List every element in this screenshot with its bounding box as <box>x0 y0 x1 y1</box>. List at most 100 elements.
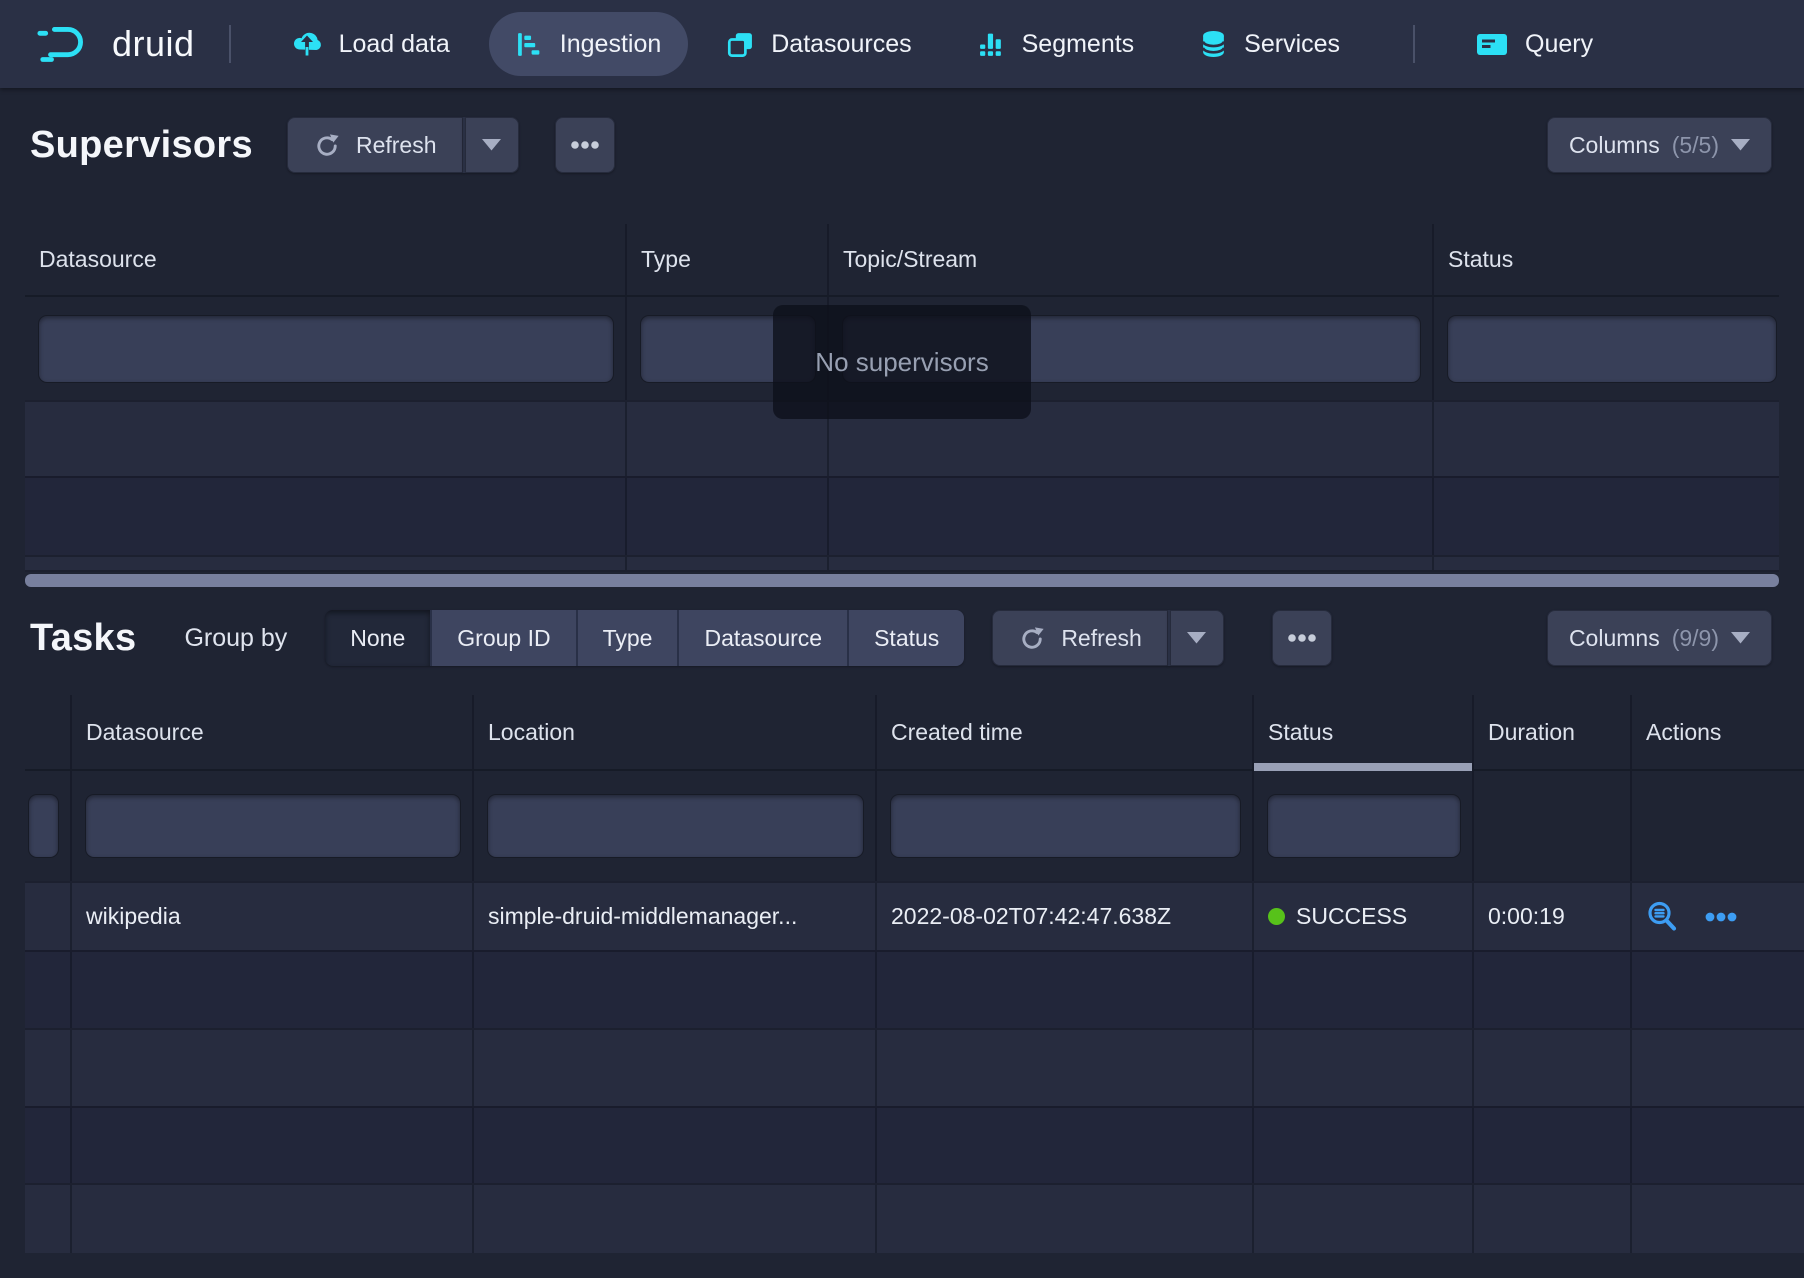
tasks-header-row: Datasource Location Created time Status … <box>25 695 1804 771</box>
table-row <box>25 1028 1804 1106</box>
table-row <box>25 1183 1804 1253</box>
more-icon <box>1287 633 1317 643</box>
database-icon <box>1200 30 1227 58</box>
filter-datasource-input[interactable] <box>86 795 460 857</box>
nav-divider <box>1413 25 1415 63</box>
more-icon <box>570 140 600 150</box>
nav-load-data[interactable]: Load data <box>265 12 477 76</box>
row-more-actions-icon[interactable] <box>1704 911 1738 923</box>
druid-logo[interactable]: druid <box>36 21 195 67</box>
bar-chart-icon <box>978 31 1005 58</box>
tasks-columns-button[interactable]: Columns (9/9) <box>1547 610 1772 666</box>
supervisors-more-button[interactable] <box>555 117 615 173</box>
supervisors-columns-button[interactable]: Columns (5/5) <box>1547 117 1772 173</box>
nav-services[interactable]: Services <box>1173 12 1367 76</box>
filter-blank-input[interactable] <box>29 795 58 857</box>
nav-label: Datasources <box>771 30 911 59</box>
column-header-created-time[interactable]: Created time <box>877 695 1254 769</box>
task-location: simple-druid-middlemanager... <box>474 883 877 950</box>
supervisors-section: Supervisors Refresh <box>0 116 1804 587</box>
table-row <box>25 950 1804 1028</box>
supervisors-toolbar: Supervisors Refresh <box>30 116 1772 174</box>
supervisors-refresh-split: Refresh <box>287 117 519 173</box>
logo-text: druid <box>112 23 195 65</box>
column-header-status[interactable]: Status <box>1434 224 1779 295</box>
column-header-actions[interactable]: Actions <box>1632 695 1804 769</box>
filter-location-input[interactable] <box>488 795 863 857</box>
refresh-label: Refresh <box>356 132 437 159</box>
nav-label: Query <box>1525 30 1593 59</box>
column-header-location[interactable]: Location <box>474 695 877 769</box>
column-header-duration[interactable]: Duration <box>1474 695 1632 769</box>
nav-datasources[interactable]: Datasources <box>700 12 938 76</box>
task-status: SUCCESS <box>1254 883 1474 950</box>
group-by-none-button[interactable]: None <box>325 610 432 666</box>
status-dot-success <box>1268 908 1285 925</box>
tasks-refresh-button[interactable]: Refresh <box>992 610 1168 666</box>
column-header-type[interactable]: Type <box>627 224 829 295</box>
nav-label: Services <box>1244 30 1340 59</box>
filter-status-input[interactable] <box>1268 795 1460 857</box>
filter-created-time-input[interactable] <box>891 795 1240 857</box>
nav-segments[interactable]: Segments <box>951 12 1162 76</box>
supervisors-table: Datasource Type Topic/Stream Status No s… <box>25 224 1779 587</box>
supervisors-refresh-button[interactable]: Refresh <box>287 117 463 173</box>
layers-icon <box>727 31 754 58</box>
columns-count: (5/5) <box>1672 132 1719 159</box>
chevron-down-icon <box>1187 632 1206 644</box>
druid-logo-icon <box>36 21 98 67</box>
nav-query[interactable]: Query <box>1449 12 1620 76</box>
group-by-group-id-button[interactable]: Group ID <box>432 610 577 666</box>
nav-items: Load data Ingestion <box>265 0 1633 88</box>
group-by-datasource-button[interactable]: Datasource <box>679 610 849 666</box>
columns-label: Columns <box>1569 132 1660 159</box>
supervisors-title: Supervisors <box>30 124 253 167</box>
refresh-icon <box>313 131 342 160</box>
tasks-refresh-dropdown[interactable] <box>1168 610 1224 666</box>
console-icon <box>1476 31 1508 58</box>
supervisors-refresh-dropdown[interactable] <box>463 117 519 173</box>
column-header-status-label: Status <box>1268 719 1333 746</box>
task-duration: 0:00:19 <box>1474 883 1632 950</box>
column-header-blank[interactable] <box>25 695 72 769</box>
group-by-button-group: None Group ID Type Datasource Status <box>325 610 964 666</box>
chevron-down-icon <box>1731 139 1750 151</box>
group-by-label: Group by <box>184 624 287 653</box>
gantt-chart-icon <box>516 31 543 58</box>
no-supervisors-message: No supervisors <box>773 305 1031 419</box>
nav-label: Ingestion <box>560 30 661 59</box>
chevron-down-icon <box>482 139 501 151</box>
task-actions <box>1632 883 1804 950</box>
task-datasource: wikipedia <box>72 883 474 950</box>
task-row-wikipedia[interactable]: wikipedia simple-druid-middlemanager... … <box>25 881 1804 950</box>
tasks-filter-row <box>25 771 1804 881</box>
columns-label: Columns <box>1569 625 1660 652</box>
search-details-icon[interactable] <box>1646 900 1680 934</box>
column-header-datasource[interactable]: Datasource <box>25 224 627 295</box>
column-header-datasource[interactable]: Datasource <box>72 695 474 769</box>
tasks-refresh-split: Refresh <box>992 610 1224 666</box>
nav-ingestion[interactable]: Ingestion <box>489 12 688 76</box>
supervisors-header-row: Datasource Type Topic/Stream Status <box>25 224 1779 297</box>
chevron-down-icon <box>1731 632 1750 644</box>
tasks-more-button[interactable] <box>1272 610 1332 666</box>
horizontal-scrollbar[interactable] <box>25 574 1779 587</box>
group-by-type-button[interactable]: Type <box>578 610 680 666</box>
refresh-label: Refresh <box>1061 625 1142 652</box>
column-header-topic-stream[interactable]: Topic/Stream <box>829 224 1434 295</box>
tasks-table: Datasource Location Created time Status … <box>25 695 1804 1253</box>
sort-indicator <box>1254 763 1472 771</box>
druid-console: druid Load data <box>0 0 1804 1253</box>
columns-count: (9/9) <box>1672 625 1719 652</box>
nav-label: Segments <box>1022 30 1135 59</box>
table-row <box>25 1106 1804 1183</box>
filter-datasource-input[interactable] <box>39 316 613 382</box>
task-created-time: 2022-08-02T07:42:47.638Z <box>877 883 1254 950</box>
cloud-upload-icon <box>292 30 322 58</box>
tasks-title: Tasks <box>30 617 136 660</box>
group-by-status-button[interactable]: Status <box>849 610 964 666</box>
tasks-section: Tasks Group by None Group ID Type Dataso… <box>0 609 1804 1253</box>
filter-status-input[interactable] <box>1448 316 1776 382</box>
column-header-status[interactable]: Status <box>1254 695 1474 769</box>
nav-divider <box>229 25 231 63</box>
